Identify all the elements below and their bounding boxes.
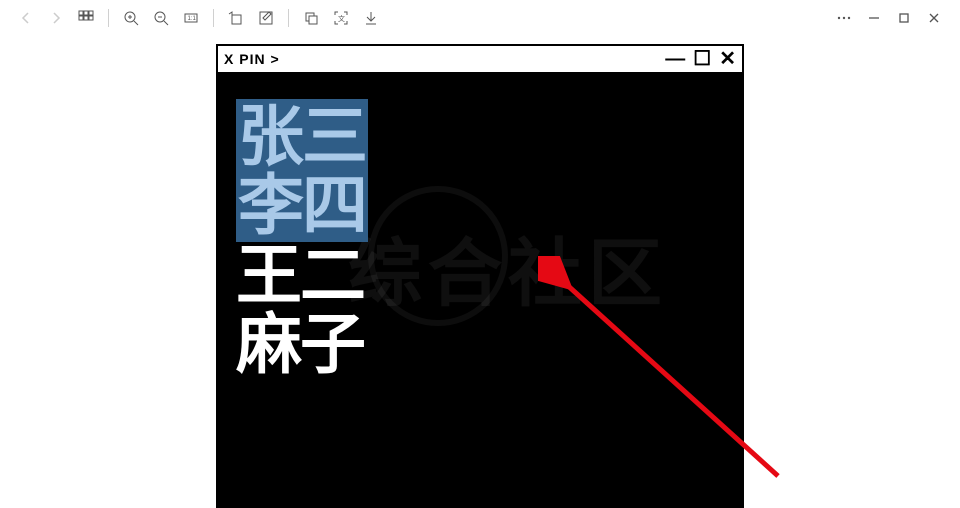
svg-text:1:1: 1:1 [188, 16, 197, 22]
grid-view-button[interactable] [72, 4, 100, 32]
actual-size-button[interactable]: 1:1 [177, 4, 205, 32]
toolbar-separator [108, 9, 109, 27]
toolbar-separator [213, 9, 214, 27]
close-window-button[interactable] [920, 4, 948, 32]
forward-button[interactable] [42, 4, 70, 32]
rotate-button[interactable] [222, 4, 250, 32]
canvas-area: X PIN > — ☐ ✕ 综合社区 张三 李四 王二 麻子 [0, 36, 960, 500]
editor-content[interactable]: 张三 李四 王二 麻子 [218, 74, 742, 407]
editor-titlebar: X PIN > — ☐ ✕ [218, 46, 742, 74]
selected-text: 张三 [236, 99, 368, 173]
editor-close-icon[interactable]: ✕ [719, 49, 736, 69]
save-button[interactable] [357, 4, 385, 32]
selected-text: 李四 [236, 168, 368, 242]
toolbar-left-group: 1:1 文 [12, 4, 385, 32]
edit-button[interactable] [252, 4, 280, 32]
minimize-window-button[interactable] [860, 4, 888, 32]
text-line-4[interactable]: 麻子 [236, 310, 724, 379]
more-button[interactable] [830, 4, 858, 32]
editor-window: X PIN > — ☐ ✕ 综合社区 张三 李四 王二 麻子 [216, 44, 744, 508]
main-toolbar: 1:1 文 [0, 0, 960, 36]
editor-window-controls: — ☐ ✕ [665, 49, 736, 69]
svg-text:文: 文 [338, 14, 345, 23]
toolbar-right-group [830, 4, 948, 32]
copy-button[interactable] [297, 4, 325, 32]
maximize-window-button[interactable] [890, 4, 918, 32]
ocr-button[interactable]: 文 [327, 4, 355, 32]
editor-title: X PIN > [224, 51, 280, 67]
zoom-out-button[interactable] [147, 4, 175, 32]
text-line-1[interactable]: 张三 [236, 102, 724, 171]
toolbar-separator [288, 9, 289, 27]
editor-minimize-icon[interactable]: — [665, 49, 685, 69]
back-button[interactable] [12, 4, 40, 32]
text-line-2[interactable]: 李四 [236, 171, 724, 240]
zoom-in-button[interactable] [117, 4, 145, 32]
text-line-3[interactable]: 王二 [236, 241, 724, 310]
editor-maximize-icon[interactable]: ☐ [693, 49, 711, 69]
